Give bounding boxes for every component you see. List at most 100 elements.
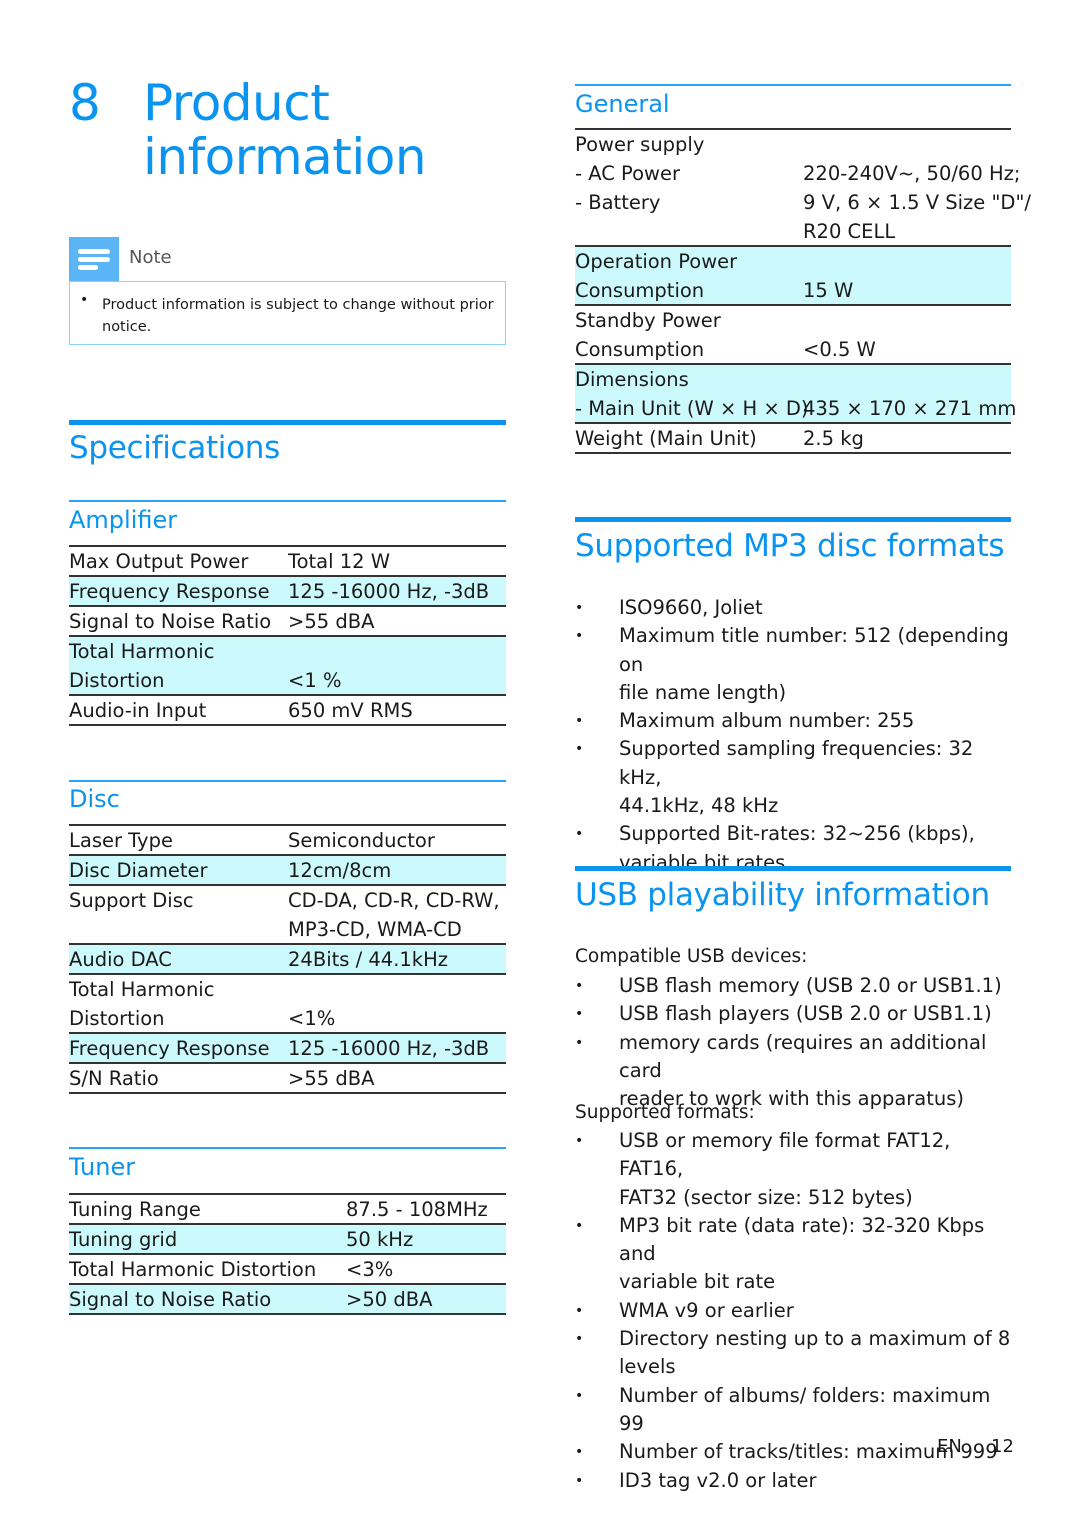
spec-label: Audio-in Input — [69, 696, 206, 725]
usb-playability-heading: USB playability information — [575, 877, 990, 913]
list-item: • memory cards (requires an additional ca… — [575, 1029, 1015, 1114]
spec-row: Audio-in Input 650 mV RMS — [69, 696, 506, 726]
list-item-text: Number of albums/ folders: maximum 99 — [619, 1383, 991, 1435]
list-item: • USB flash memory (USB 2.0 or USB1.1) — [575, 972, 1015, 1000]
spec-value: 50 kHz — [346, 1225, 413, 1254]
list-item-text: levels — [619, 1355, 676, 1379]
spec-value: 15 W — [803, 247, 853, 305]
chapter-title-line1: Product — [143, 74, 330, 132]
list-item: • WMA v9 or earlier — [575, 1297, 1015, 1325]
spec-label: Tuning Range — [69, 1195, 201, 1224]
list-item-text: 44.1kHz, 48 kHz — [619, 794, 779, 818]
spec-label: Total Harmonic Distortion — [69, 1255, 316, 1284]
spec-label-line: - Main Unit (W × H × D) — [575, 397, 809, 420]
general-spec-table: Power supply - AC Power - Battery 220-240… — [575, 128, 1031, 454]
bullet-icon: • — [575, 1034, 584, 1051]
spec-label-line: Standby Power — [575, 309, 721, 332]
spec-value-line: 9 V, 6 × 1.5 V Size "D"/ — [803, 191, 1031, 214]
spec-label-line: Total Harmonic Distortion — [69, 1258, 317, 1281]
spec-value-line: >50 dBA — [346, 1288, 433, 1311]
list-item-text: memory cards (requires an additional car… — [619, 1030, 987, 1082]
spec-value-line: CD-DA, CD-R, CD-RW, — [288, 889, 500, 912]
bullet-icon: • — [575, 628, 584, 645]
bullet-icon: • — [575, 826, 584, 843]
spec-label-line: Tuning Range — [69, 1198, 201, 1221]
list-item: • Supported sampling frequencies: 32 kHz,… — [575, 735, 1015, 820]
bullet-icon: • — [575, 978, 584, 994]
spec-value: CD-DA, CD-R, CD-RW, MP3-CD, WMA-CD — [288, 886, 500, 944]
list-item-text: variable bit rate — [619, 1270, 776, 1294]
spec-row: Max Output Power Total 12 W — [69, 547, 506, 577]
spec-label-line: Max Output Power — [69, 550, 249, 573]
spec-value-line: 220-240V~, 50/60 Hz; — [803, 162, 1021, 185]
spec-label-line: Laser Type — [69, 829, 173, 852]
spec-value: Semiconductor — [288, 826, 435, 855]
spec-row: Tuning Range 87.5 - 108MHz — [69, 1195, 506, 1225]
spec-label-line: Support Disc — [69, 889, 194, 912]
spec-label-line: Frequency Response — [69, 1037, 270, 1060]
list-item-text: Supported Bit-rates: 32~256 (kbps), — [619, 822, 975, 846]
bullet-icon: • — [575, 1387, 584, 1404]
spec-label: Weight (Main Unit) — [575, 424, 757, 453]
spec-label: Audio DAC — [69, 945, 172, 974]
spec-label: S/N Ratio — [69, 1064, 159, 1093]
spec-label: Signal to Noise Ratio — [69, 1285, 271, 1314]
spec-row: Operation Power Consumption 15 W — [575, 247, 1011, 306]
spec-label: Frequency Response — [69, 577, 270, 606]
spec-value: 125 -16000 Hz, -3dB — [288, 577, 489, 606]
tuner-heading: Tuner — [69, 1153, 136, 1181]
list-item-text: USB flash memory (USB 2.0 or USB1.1) — [619, 974, 1002, 997]
mp3-formats-list: • ISO9660, Joliet • Maximum title number: 5… — [575, 594, 1015, 877]
spec-label: Disc Diameter — [69, 856, 208, 885]
spec-value-line — [803, 365, 1016, 394]
subsection-rule — [69, 1147, 506, 1149]
spec-label-line: Distortion — [69, 1007, 165, 1030]
spec-label-line — [69, 915, 194, 944]
spec-value-line — [803, 130, 1031, 159]
chapter-title: Product information — [143, 76, 543, 184]
spec-label-line: Audio DAC — [69, 948, 172, 971]
spec-label: Frequency Response — [69, 1034, 270, 1063]
spec-label-line: - AC Power — [575, 162, 681, 185]
disc-heading: Disc — [69, 785, 120, 813]
spec-label: Total Harmonic Distortion — [69, 637, 214, 695]
bullet-icon: • — [575, 1133, 584, 1149]
spec-value-line: 650 mV RMS — [288, 699, 413, 722]
spec-value-line — [288, 637, 341, 666]
list-item: • ISO9660, Joliet — [575, 594, 1015, 622]
spec-value: 12cm/8cm — [288, 856, 391, 885]
list-item-text: Maximum title number: 512 (depending on — [619, 624, 1009, 676]
spec-label: Laser Type — [69, 826, 173, 855]
spec-label-line: Dimensions — [575, 368, 689, 391]
list-item: • USB flash players (USB 2.0 or USB1.1) — [575, 1000, 1015, 1028]
spec-value-line: 435 × 170 × 271 mm — [803, 397, 1017, 420]
spec-value-line: <0.5 W — [803, 338, 876, 361]
spec-label-line — [575, 217, 704, 246]
spec-value-line: 2.5 kg — [803, 427, 864, 450]
list-item: • MP3 bit rate (data rate): 32-320 Kbps a… — [575, 1212, 1015, 1297]
spec-value: 87.5 - 108MHz — [346, 1195, 488, 1224]
spec-label-line: Total Harmonic — [69, 978, 215, 1001]
list-item-text: USB flash players (USB 2.0 or USB1.1) — [619, 1002, 992, 1026]
tuner-spec-table: Tuning Range 87.5 - 108MHz Tuning grid 50 k… — [69, 1193, 506, 1315]
spec-label-line: Tuning grid — [69, 1228, 178, 1251]
amplifier-heading: Amplifier — [69, 506, 178, 534]
spec-value: >50 dBA — [346, 1285, 432, 1314]
spec-row: Audio DAC 24Bits / 44.1kHz — [69, 945, 506, 975]
spec-label-line: Signal to Noise Ratio — [69, 610, 272, 633]
section-rule — [575, 866, 1011, 871]
spec-value: Total 12 W — [288, 547, 390, 576]
spec-label: Support Disc — [69, 886, 194, 944]
spec-row: Total Harmonic Distortion <3% — [69, 1255, 506, 1285]
spec-value-line — [288, 975, 335, 1004]
spec-row: Support Disc CD-DA, CD-R, CD-RW, MP3-CD, W… — [69, 886, 506, 945]
spec-label-line: - Battery — [575, 191, 661, 214]
spec-value-line: <1% — [288, 1007, 336, 1030]
spec-value: <1% — [288, 975, 335, 1033]
spec-label-line: Frequency Response — [69, 580, 270, 603]
spec-value-line: Total 12 W — [288, 550, 391, 573]
usb-devices-list: • USB flash memory (USB 2.0 or USB1.1) • US… — [575, 972, 1015, 1113]
spec-label-line: Operation Power — [575, 250, 738, 273]
spec-row: Frequency Response 125 -16000 Hz, -3dB — [69, 577, 506, 607]
spec-value: <0.5 W — [803, 306, 876, 364]
